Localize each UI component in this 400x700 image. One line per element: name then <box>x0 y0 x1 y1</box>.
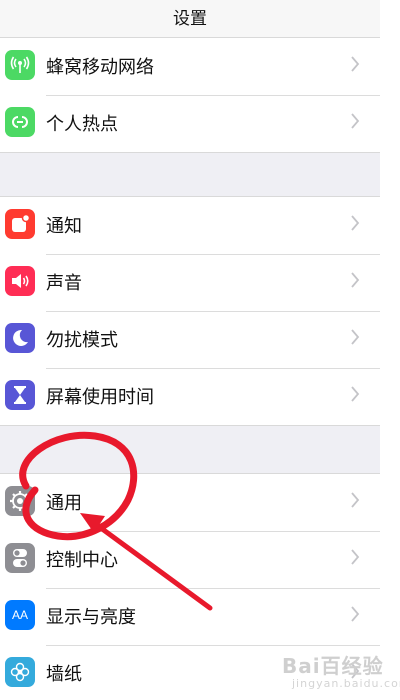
chevron-right-icon <box>351 606 360 622</box>
settings-group-alerts: 通知 声音 勿扰模式 屏幕使用时间 <box>0 196 380 426</box>
settings-row-label: 通用 <box>46 493 82 514</box>
chevron-right-icon <box>351 272 360 288</box>
settings-row-label: 声音 <box>46 273 82 294</box>
page-title: 设置 <box>173 9 207 29</box>
right-margin <box>380 0 400 700</box>
settings-row-label: 通知 <box>46 216 82 237</box>
hotspot-icon <box>5 107 35 137</box>
settings-row-cellular[interactable]: 蜂窝移动网络 <box>0 38 380 95</box>
settings-row-sounds[interactable]: 声音 <box>0 254 380 311</box>
gear-icon <box>5 486 35 516</box>
settings-row-do-not-disturb[interactable]: 勿扰模式 <box>0 311 380 368</box>
chevron-right-icon <box>351 329 360 345</box>
chevron-right-icon <box>351 492 360 508</box>
settings-row-label: 勿扰模式 <box>46 330 118 351</box>
settings-screen: 设置 蜂窝移动网络 个人热点 通知 声音 勿扰模式 屏幕使用时间 通用 控制中心… <box>0 0 380 700</box>
watermark-brand: Bai百经验 <box>282 654 384 678</box>
settings-row-label: 控制中心 <box>46 550 118 571</box>
settings-row-label: 蜂窝移动网络 <box>46 57 154 78</box>
wallpaper-icon <box>5 657 35 687</box>
chevron-right-icon <box>351 113 360 129</box>
sound-icon <box>5 266 35 296</box>
settings-group-network: 蜂窝移动网络 个人热点 <box>0 37 380 153</box>
settings-row-hotspot[interactable]: 个人热点 <box>0 95 380 152</box>
watermark-url: jingyan.baidu.com <box>292 677 400 690</box>
chevron-right-icon <box>351 549 360 565</box>
settings-row-screen-time[interactable]: 屏幕使用时间 <box>0 368 380 425</box>
watermark-logo: Bai百经验 jingyan.baidu.com <box>282 650 400 694</box>
cellular-icon <box>5 50 35 80</box>
notification-icon <box>5 209 35 239</box>
settings-row-label: 墙纸 <box>46 664 82 685</box>
display-icon-text: AA <box>11 608 28 622</box>
settings-row-control-center[interactable]: 控制中心 <box>0 531 380 588</box>
settings-row-display-brightness[interactable]: AA 显示与亮度 <box>0 588 380 645</box>
hourglass-icon <box>5 380 35 410</box>
settings-row-label: 显示与亮度 <box>46 607 136 628</box>
chevron-right-icon <box>351 386 360 402</box>
navigation-bar: 设置 <box>0 0 380 39</box>
settings-row-label: 个人热点 <box>46 114 118 135</box>
settings-row-general[interactable]: 通用 <box>0 474 380 531</box>
settings-row-notifications[interactable]: 通知 <box>0 197 380 254</box>
display-icon: AA <box>5 600 35 630</box>
chevron-right-icon <box>351 215 360 231</box>
settings-row-label: 屏幕使用时间 <box>46 387 154 408</box>
moon-icon <box>5 323 35 353</box>
control-center-icon <box>5 543 35 573</box>
chevron-right-icon <box>351 56 360 72</box>
